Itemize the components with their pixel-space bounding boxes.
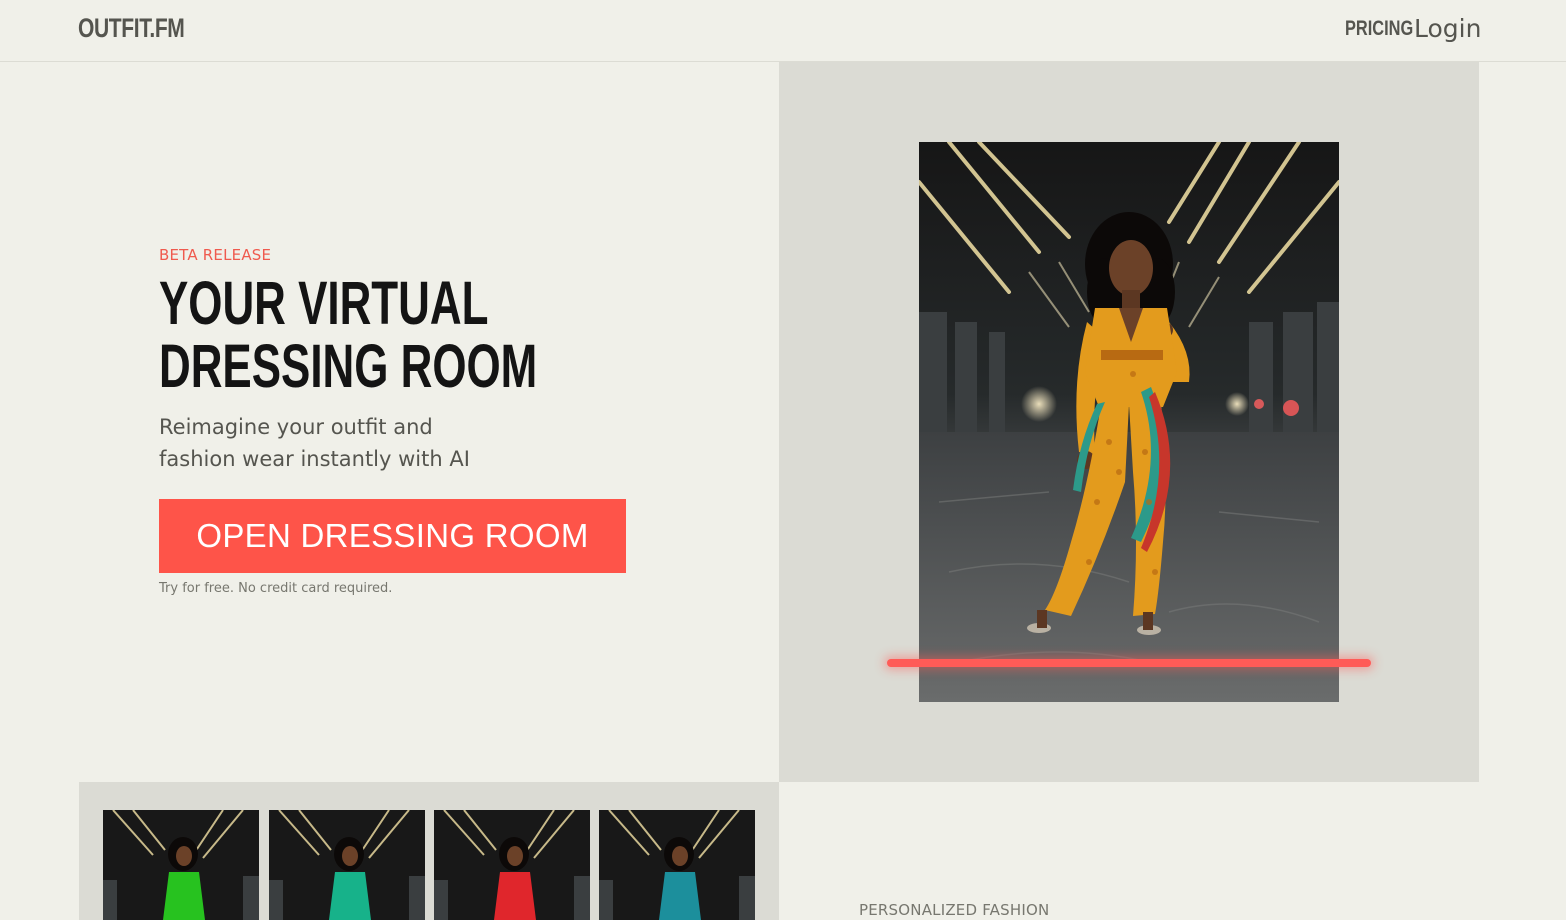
thumbnail-blue-outfit[interactable] (599, 810, 755, 920)
thumbnail-green-outfit[interactable] (103, 810, 259, 920)
nav-login-link[interactable]: Login (1414, 14, 1481, 43)
hero-photo-illustration (919, 142, 1339, 702)
personalized-fashion-label: PERSONALIZED FASHION (859, 901, 1050, 919)
hero-subline-line-1: Reimagine your outfit and (159, 415, 433, 439)
hero-subline-line-2: fashion wear instantly with AI (159, 447, 470, 471)
site-logo[interactable]: OUTFIT.FM (78, 13, 185, 44)
outfit-thumbnail-panel (79, 782, 779, 920)
scan-line-indicator (887, 659, 1371, 667)
open-dressing-room-button[interactable]: OPEN DRESSING ROOM (159, 499, 626, 573)
hero-image-panel (779, 62, 1479, 782)
nav-pricing-link[interactable]: PRICING (1345, 17, 1413, 41)
hero-photo (919, 142, 1339, 702)
thumbnail-red-outfit[interactable] (434, 810, 590, 920)
hero-headline: YOUR VIRTUAL DRESSING ROOM (159, 272, 537, 398)
hero-headline-line-2: DRESSING ROOM (159, 332, 538, 400)
thumbnail-blue-outfit-image (599, 810, 755, 920)
site-header: OUTFIT.FM PRICING Login (0, 0, 1566, 62)
thumbnail-teal-outfit-image (269, 810, 425, 920)
thumbnail-green-outfit-image (103, 810, 259, 920)
hero-headline-line-1: YOUR VIRTUAL (159, 269, 489, 337)
hero-subline: Reimagine your outfit and fashion wear i… (159, 411, 519, 475)
free-trial-note: Try for free. No credit card required. (159, 581, 393, 596)
beta-release-label: BETA RELEASE (159, 246, 272, 264)
thumbnail-teal-outfit[interactable] (269, 810, 425, 920)
thumbnail-red-outfit-image (434, 810, 590, 920)
